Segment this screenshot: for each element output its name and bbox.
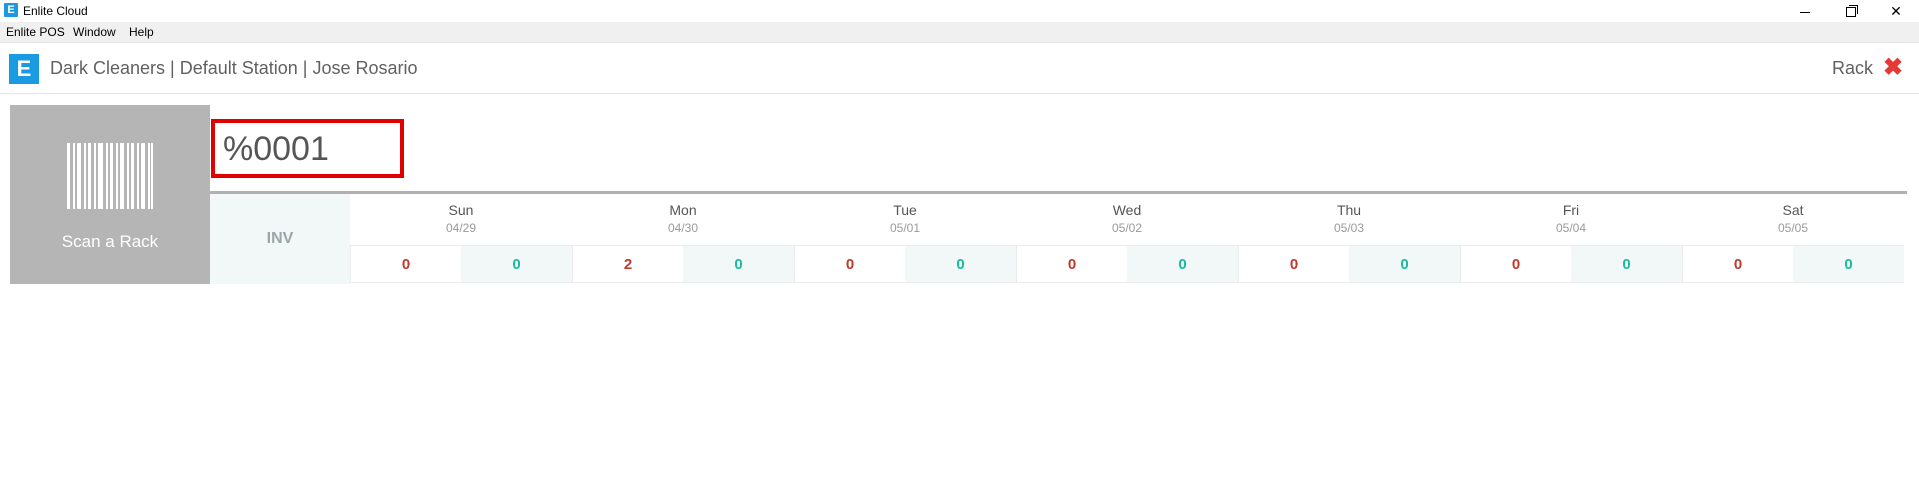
day-name: Tue [893,202,917,218]
count-cell-teal[interactable]: 0 [1571,245,1682,283]
count-cell-red[interactable]: 0 [1238,245,1349,283]
menu-help[interactable]: Help [129,25,154,39]
window-title: Enlite Cloud [23,4,88,18]
count-cell-red[interactable]: 0 [794,245,905,283]
day-date: 05/05 [1777,221,1809,235]
scan-rack-label: Scan a Rack [61,232,159,251]
count-cell-red[interactable]: 0 [1016,245,1127,283]
app-header: E Dark Cleaners | Default Station | Jose… [0,43,1919,94]
count-cell-red[interactable]: 2 [572,245,683,283]
day-date: 05/01 [889,221,921,235]
window-close-button[interactable]: ✕ [1873,0,1919,22]
day-name: Fri [1562,202,1580,218]
day-name: Wed [1112,202,1142,218]
menu-enlite-pos[interactable]: Enlite POS [6,25,65,39]
day-header-mon: Mon 04/30 [572,194,794,244]
close-icon[interactable]: ✖ [1883,53,1903,82]
day-header-thu: Thu 05/03 [1238,194,1460,244]
count-cell-teal[interactable]: 0 [1349,245,1460,283]
day-name: Sat [1782,202,1804,218]
count-cell-teal[interactable]: 0 [905,245,1016,283]
scan-input-highlight [211,119,404,178]
day-header-sun: Sun 04/29 [350,194,572,244]
rack-label: Rack [1832,58,1874,78]
day-header-wed: Wed 05/02 [1016,194,1238,244]
minimize-button[interactable] [1782,0,1828,22]
window-close-icon: ✕ [1890,3,1902,19]
restore-icon [1846,5,1858,18]
window-titlebar: E Enlite Cloud ✕ [0,0,1919,22]
day-date: 05/03 [1333,221,1365,235]
day-name: Sun [448,202,474,218]
menu-window[interactable]: Window [73,25,116,39]
minimize-icon [1800,11,1810,13]
day-name: Mon [669,202,697,218]
day-date: 05/02 [1111,221,1143,235]
day-date: 04/30 [667,221,699,235]
count-cell-red[interactable]: 0 [1460,245,1571,283]
count-cell-red[interactable]: 0 [350,245,461,283]
enlite-logo: E [9,54,39,84]
page-title: Dark Cleaners | Default Station | Jose R… [50,58,418,78]
count-cell-teal[interactable]: 0 [1793,245,1904,283]
rack-input[interactable] [223,131,393,167]
app-icon: E [4,3,18,17]
day-date: 04/29 [445,221,477,235]
day-name: Thu [1336,202,1362,218]
day-header-tue: Tue 05/01 [794,194,1016,244]
day-header-sat: Sat 05/05 [1682,194,1904,244]
day-date: 05/04 [1555,221,1587,235]
restore-button[interactable] [1828,0,1874,22]
menubar: Enlite POS Window Help [0,22,1919,43]
count-cell-red[interactable]: 0 [1682,245,1793,283]
inv-label: INV [210,194,350,284]
count-cell-teal[interactable]: 0 [461,245,572,283]
barcode-icon [67,143,153,209]
count-cell-teal[interactable]: 0 [1127,245,1238,283]
scan-rack-button[interactable]: Scan a Rack [10,105,210,284]
day-header-fri: Fri 05/04 [1460,194,1682,244]
count-cell-teal[interactable]: 0 [683,245,794,283]
